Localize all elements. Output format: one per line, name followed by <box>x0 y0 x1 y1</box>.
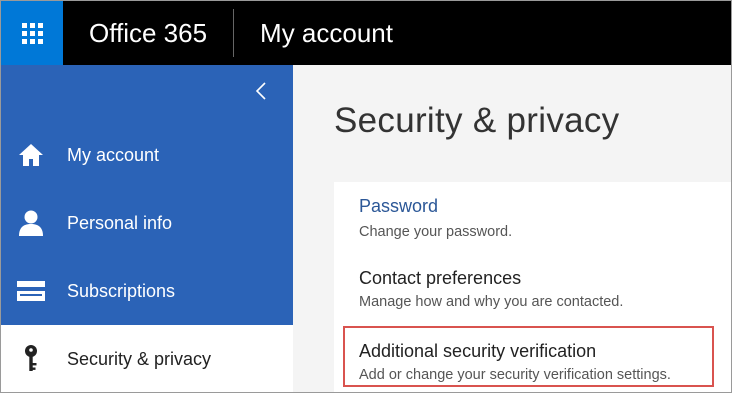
waffle-icon <box>21 22 43 44</box>
option-description: Add or change your security verification… <box>359 367 671 383</box>
person-icon <box>17 209 45 237</box>
sidebar-item-label: Personal info <box>67 212 173 233</box>
window-frame: Office 365 My account My account Persona… <box>0 0 732 393</box>
sidebar-item-security-privacy[interactable]: Security & privacy <box>1 325 293 392</box>
section-title[interactable]: My account <box>260 1 393 65</box>
sidebar-item-label: Subscriptions <box>67 280 176 301</box>
option-description: Manage how and why you are contacted. <box>359 294 624 310</box>
page-title: Security & privacy <box>334 101 620 140</box>
collapse-sidebar-button[interactable] <box>251 79 271 103</box>
option-password[interactable]: Password Change your password. <box>334 182 731 252</box>
app-launcher-button[interactable] <box>1 1 63 65</box>
options-card: Password Change your password. Contact p… <box>334 182 731 392</box>
sidebar: My account Personal info Subscriptions S… <box>1 65 293 392</box>
sidebar-item-label: Security & privacy <box>67 348 212 369</box>
card-icon <box>17 277 45 305</box>
key-icon <box>17 345 45 373</box>
option-title[interactable]: Contact preferences <box>359 268 521 289</box>
option-additional-security-verification[interactable]: Additional security verification Add or … <box>334 322 731 392</box>
option-description: Change your password. <box>359 224 513 240</box>
sidebar-item-label: My account <box>67 144 160 165</box>
option-contact-preferences[interactable]: Contact preferences Manage how and why y… <box>334 252 731 322</box>
header-divider <box>233 9 235 57</box>
option-title[interactable]: Additional security verification <box>359 341 596 362</box>
sidebar-item-my-account[interactable]: My account <box>1 121 293 189</box>
option-title[interactable]: Password <box>359 196 438 217</box>
top-bar: Office 365 My account <box>1 1 731 65</box>
home-icon <box>17 141 45 169</box>
sidebar-item-personal-info[interactable]: Personal info <box>1 189 293 257</box>
app-title[interactable]: Office 365 <box>89 1 207 65</box>
sidebar-item-subscriptions[interactable]: Subscriptions <box>1 257 293 325</box>
chevron-left-icon <box>255 82 266 100</box>
